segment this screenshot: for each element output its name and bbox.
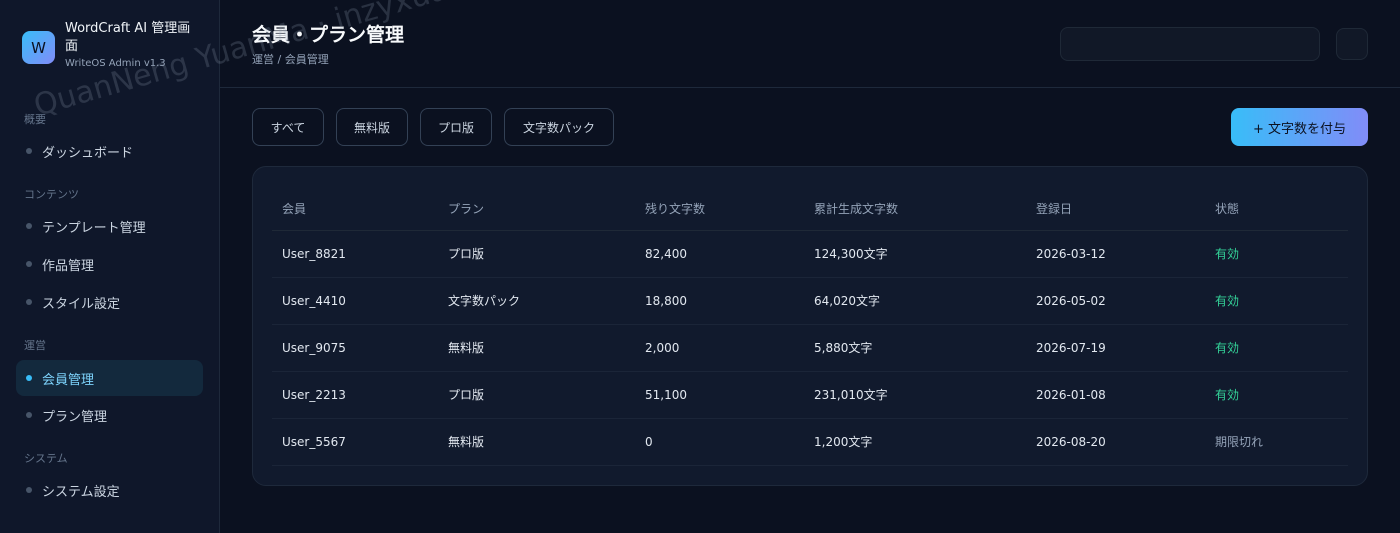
cell-total-generated: 5,880文字	[804, 324, 1026, 372]
cell-member: User_2213	[272, 371, 438, 419]
sidebar-item-style-settings[interactable]: スタイル設定	[16, 284, 203, 320]
breadcrumb: 運営 / 会員管理	[252, 53, 329, 66]
cell-member: User_9075	[272, 324, 438, 372]
cell-plan: 無料版	[438, 324, 635, 372]
sidebar-item-members[interactable]: 会員管理	[16, 360, 203, 396]
table-row[interactable]: User_5567 無料版 0 1,200文字 2026-08-20 期限切れ	[272, 418, 1348, 466]
members-table: 会員 プラン 残り文字数 累計生成文字数 登録日 状態 User_8821 プロ…	[272, 187, 1348, 466]
cell-registered: 2026-03-12	[1026, 230, 1205, 278]
brand: W WordCraft AI 管理画面 WriteOS Admin v1.3	[22, 20, 200, 69]
cell-plan: 文字数パック	[438, 277, 635, 325]
table-row[interactable]: User_4410 文字数パック 18,800 64,020文字 2026-05…	[272, 277, 1348, 325]
app-title: WordCraft AI 管理画面	[65, 21, 191, 54]
status-badge: 有効	[1205, 324, 1348, 372]
column-header-member: 会員	[272, 187, 438, 231]
cell-member: User_4410	[272, 277, 438, 325]
nav-dot-icon	[26, 223, 32, 229]
cell-member: User_8821	[272, 230, 438, 278]
table-row[interactable]: User_8821 プロ版 82,400 124,300文字 2026-03-1…	[272, 230, 1348, 278]
cell-plan: プロ版	[438, 230, 635, 278]
cell-remaining: 82,400	[635, 230, 804, 278]
table-row[interactable]: User_2213 プロ版 51,100 231,010文字 2026-01-0…	[272, 371, 1348, 419]
sidebar-item-label: スタイル設定	[42, 296, 121, 312]
nav-section-overview: 概要	[24, 113, 46, 126]
cell-member: User_5567	[272, 418, 438, 466]
cell-registered: 2026-07-19	[1026, 324, 1205, 372]
nav-dot-icon	[26, 261, 32, 267]
members-table-card: 会員 プラン 残り文字数 累計生成文字数 登録日 状態 User_8821 プロ…	[252, 166, 1368, 486]
column-header-status: 状態	[1205, 187, 1348, 231]
sidebar-item-label: プラン管理	[42, 409, 108, 425]
cell-registered: 2026-05-02	[1026, 277, 1205, 325]
nav-section-system: システム	[24, 452, 68, 465]
sidebar-item-label: テンプレート管理	[42, 220, 146, 236]
cell-remaining: 2,000	[635, 324, 804, 372]
sidebar-item-label: 作品管理	[42, 258, 95, 274]
nav-section-contents: コンテンツ	[24, 188, 79, 201]
sidebar-item-templates[interactable]: テンプレート管理	[16, 208, 203, 244]
column-header-registered: 登録日	[1026, 187, 1205, 231]
status-badge: 有効	[1205, 371, 1348, 419]
nav-dot-icon	[26, 487, 32, 493]
filter-char-pack-button[interactable]: 文字数パック	[504, 108, 614, 146]
table-row[interactable]: User_9075 無料版 2,000 5,880文字 2026-07-19 有…	[272, 324, 1348, 372]
cell-total-generated: 1,200文字	[804, 418, 1026, 466]
cell-remaining: 0	[635, 418, 804, 466]
nav-dot-icon	[26, 412, 32, 418]
sidebar-item-label: 会員管理	[42, 372, 95, 388]
sidebar-item-plans[interactable]: プラン管理	[16, 397, 203, 433]
nav-section-operations: 運営	[24, 339, 46, 352]
filter-all-button[interactable]: すべて	[252, 108, 324, 146]
cell-registered: 2026-01-08	[1026, 371, 1205, 419]
sidebar-item-dashboard[interactable]: ダッシュボード	[16, 133, 203, 169]
cell-remaining: 51,100	[635, 371, 804, 419]
app-logo: W	[22, 31, 55, 64]
nav-dot-icon	[26, 375, 32, 381]
cell-registered: 2026-08-20	[1026, 418, 1205, 466]
page-title: 会員・プラン管理	[252, 24, 405, 46]
sidebar-item-label: システム設定	[42, 484, 120, 500]
nav-dot-icon	[26, 299, 32, 305]
sidebar-item-system-settings[interactable]: システム設定	[16, 472, 203, 508]
page-header: 会員・プラン管理 運営 / 会員管理	[220, 0, 1400, 88]
status-badge: 期限切れ	[1205, 418, 1348, 466]
search-input[interactable]	[1060, 27, 1320, 61]
cell-plan: プロ版	[438, 371, 635, 419]
nav-dot-icon	[26, 148, 32, 154]
sidebar: W WordCraft AI 管理画面 WriteOS Admin v1.3 概…	[0, 0, 220, 533]
filter-free-button[interactable]: 無料版	[336, 108, 408, 146]
column-header-total-generated: 累計生成文字数	[804, 187, 1026, 231]
header-icon-button[interactable]	[1336, 28, 1368, 60]
grant-characters-button[interactable]: + 文字数を付与	[1231, 108, 1368, 146]
column-header-remaining: 残り文字数	[635, 187, 804, 231]
cell-remaining: 18,800	[635, 277, 804, 325]
table-header-row: 会員 プラン 残り文字数 累計生成文字数 登録日 状態	[272, 187, 1348, 231]
cell-total-generated: 124,300文字	[804, 230, 1026, 278]
app-version: WriteOS Admin v1.3	[65, 58, 166, 69]
status-badge: 有効	[1205, 230, 1348, 278]
cell-total-generated: 231,010文字	[804, 371, 1026, 419]
status-badge: 有効	[1205, 277, 1348, 325]
sidebar-item-label: ダッシュボード	[42, 145, 134, 161]
cell-total-generated: 64,020文字	[804, 277, 1026, 325]
column-header-plan: プラン	[438, 187, 635, 231]
cell-plan: 無料版	[438, 418, 635, 466]
filter-pro-button[interactable]: プロ版	[420, 108, 492, 146]
sidebar-item-works[interactable]: 作品管理	[16, 246, 203, 282]
